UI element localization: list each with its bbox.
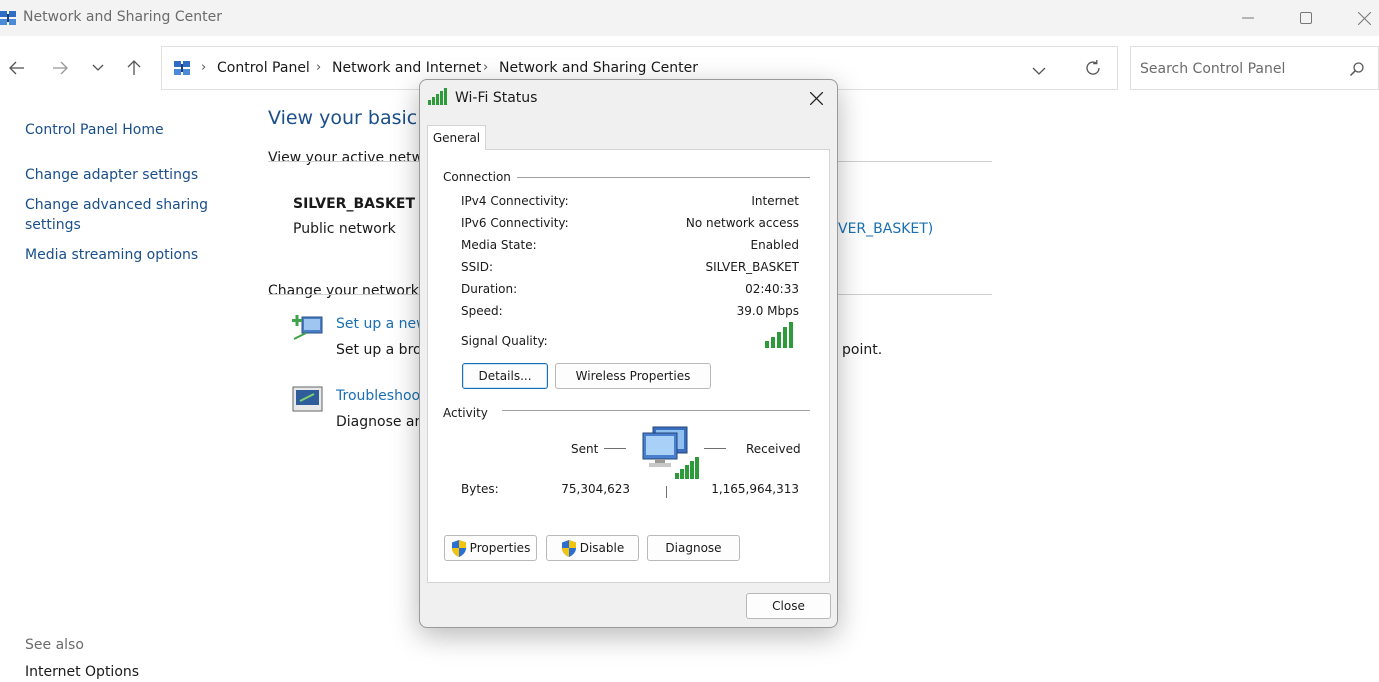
- sidebar-item-internet-options[interactable]: Internet Options: [25, 662, 139, 682]
- bytes-sent-value: 75,304,623: [561, 482, 630, 496]
- uac-shield-icon: [451, 539, 466, 557]
- page-title: View your basic n: [268, 107, 436, 129]
- activity-group-label: Activity: [443, 406, 494, 420]
- disable-button-label: Disable: [579, 541, 625, 555]
- breadcrumb-network-internet[interactable]: Network and Internet: [332, 60, 481, 76]
- troubleshoot-icon: [292, 386, 323, 412]
- duration-value: 02:40:33: [745, 282, 799, 296]
- address-dropdown-button[interactable]: [1032, 61, 1046, 80]
- sidebar-item-control-panel-home[interactable]: Control Panel Home: [25, 120, 164, 140]
- media-state-value: Enabled: [750, 238, 800, 252]
- setup-connection-description-tail: point.: [842, 342, 883, 358]
- connection-link[interactable]: VER_BASKET): [838, 221, 933, 237]
- close-icon: [1357, 11, 1371, 25]
- ipv6-value: No network access: [685, 216, 799, 230]
- ipv6-label: IPv6 Connectivity:: [461, 216, 569, 230]
- close-icon: [809, 91, 823, 105]
- breadcrumb-separator: ›: [316, 60, 322, 75]
- network-type: Public network: [293, 221, 396, 237]
- signal-quality-label: Signal Quality:: [461, 334, 548, 348]
- signal-strength-icon: [428, 88, 447, 105]
- network-computers-icon: [642, 426, 699, 479]
- dialog-close-button[interactable]: [803, 86, 829, 110]
- close-dialog-button[interactable]: Close: [746, 593, 831, 619]
- minimize-icon: [1242, 17, 1254, 19]
- group-divider: [512, 177, 810, 178]
- maximize-icon: [1300, 12, 1312, 24]
- see-also-heading: See also: [25, 637, 84, 653]
- sidebar-item-adapter-settings[interactable]: Change adapter settings: [25, 165, 198, 185]
- bytes-divider: [666, 486, 667, 498]
- control-panel-icon: [174, 61, 190, 75]
- up-arrow-icon: [127, 60, 141, 75]
- uac-shield-icon: [561, 539, 576, 557]
- general-panel: Connection IPv4 Connectivity: Internet I…: [427, 149, 830, 583]
- properties-button-label: Properties: [469, 541, 531, 555]
- received-line: [704, 448, 726, 449]
- forward-button[interactable]: [46, 55, 74, 81]
- search-placeholder: Search Control Panel: [1140, 61, 1286, 77]
- dialog-title: Wi-Fi Status: [455, 90, 538, 106]
- breadcrumb-control-panel[interactable]: Control Panel: [217, 60, 310, 76]
- chevron-down-icon: [92, 64, 104, 71]
- sidebar-item-advanced-sharing[interactable]: Change advanced sharing settings: [25, 195, 225, 235]
- refresh-button[interactable]: [1084, 59, 1102, 81]
- media-state-label: Media State:: [461, 238, 537, 252]
- recent-locations-button[interactable]: [84, 55, 112, 81]
- wifi-status-dialog: Wi-Fi Status General Connection IPv4 Con…: [419, 79, 838, 628]
- breadcrumb-network-sharing[interactable]: Network and Sharing Center: [499, 60, 698, 76]
- troubleshoot-description: Diagnose an: [336, 414, 424, 430]
- control-panel-window: Network and Sharing Center › Control Pan…: [0, 0, 1379, 680]
- disable-button[interactable]: Disable: [546, 535, 639, 561]
- details-button[interactable]: Details...: [462, 363, 548, 389]
- network-name: SILVER_BASKET: [293, 196, 416, 212]
- breadcrumb-separator: ›: [201, 60, 207, 75]
- chevron-down-icon: [1032, 67, 1046, 75]
- title-bar: Network and Sharing Center: [0, 0, 1379, 36]
- setup-connection-link[interactable]: Set up a new: [336, 316, 428, 332]
- properties-button[interactable]: Properties: [444, 535, 537, 561]
- forward-arrow-icon: [53, 61, 68, 75]
- bytes-received-value: 1,165,964,313: [711, 482, 799, 496]
- wireless-properties-button[interactable]: Wireless Properties: [555, 363, 711, 389]
- connection-group-label: Connection: [443, 170, 517, 184]
- active-networks-heading: View your active netwo: [268, 150, 432, 166]
- ipv4-label: IPv4 Connectivity:: [461, 194, 569, 208]
- back-button[interactable]: [3, 55, 31, 81]
- window-title: Network and Sharing Center: [23, 9, 223, 25]
- close-window-button[interactable]: [1335, 0, 1379, 36]
- speed-label: Speed:: [461, 304, 503, 318]
- up-button[interactable]: [120, 55, 148, 81]
- network-center-icon: [0, 11, 16, 25]
- setup-connection-description: Set up a broa: [336, 342, 431, 358]
- tab-general[interactable]: General: [427, 125, 486, 150]
- signal-quality-bars-icon: [765, 322, 793, 348]
- search-input[interactable]: Search Control Panel: [1130, 46, 1379, 90]
- group-divider: [502, 410, 810, 411]
- diagnose-button[interactable]: Diagnose: [647, 535, 740, 561]
- ipv4-value: Internet: [751, 194, 799, 208]
- sidebar-item-media-streaming[interactable]: Media streaming options: [25, 245, 198, 265]
- change-settings-heading: Change your networkin: [268, 283, 432, 299]
- search-icon: [1349, 62, 1364, 77]
- sent-label: Sent: [571, 442, 599, 456]
- received-label: Received: [746, 442, 801, 456]
- speed-value: 39.0 Mbps: [736, 304, 799, 318]
- minimize-button[interactable]: [1219, 0, 1277, 36]
- ssid-value: SILVER_BASKET: [705, 260, 800, 274]
- bytes-label: Bytes:: [461, 482, 499, 496]
- troubleshoot-link[interactable]: Troubleshoo: [336, 388, 420, 404]
- refresh-icon: [1086, 60, 1100, 75]
- sent-line: [604, 448, 626, 449]
- back-arrow-icon: [9, 61, 24, 75]
- ssid-label: SSID:: [461, 260, 494, 274]
- setup-connection-icon: [292, 315, 323, 340]
- breadcrumb-separator: ›: [483, 60, 489, 75]
- maximize-button[interactable]: [1277, 0, 1335, 36]
- duration-label: Duration:: [461, 282, 518, 296]
